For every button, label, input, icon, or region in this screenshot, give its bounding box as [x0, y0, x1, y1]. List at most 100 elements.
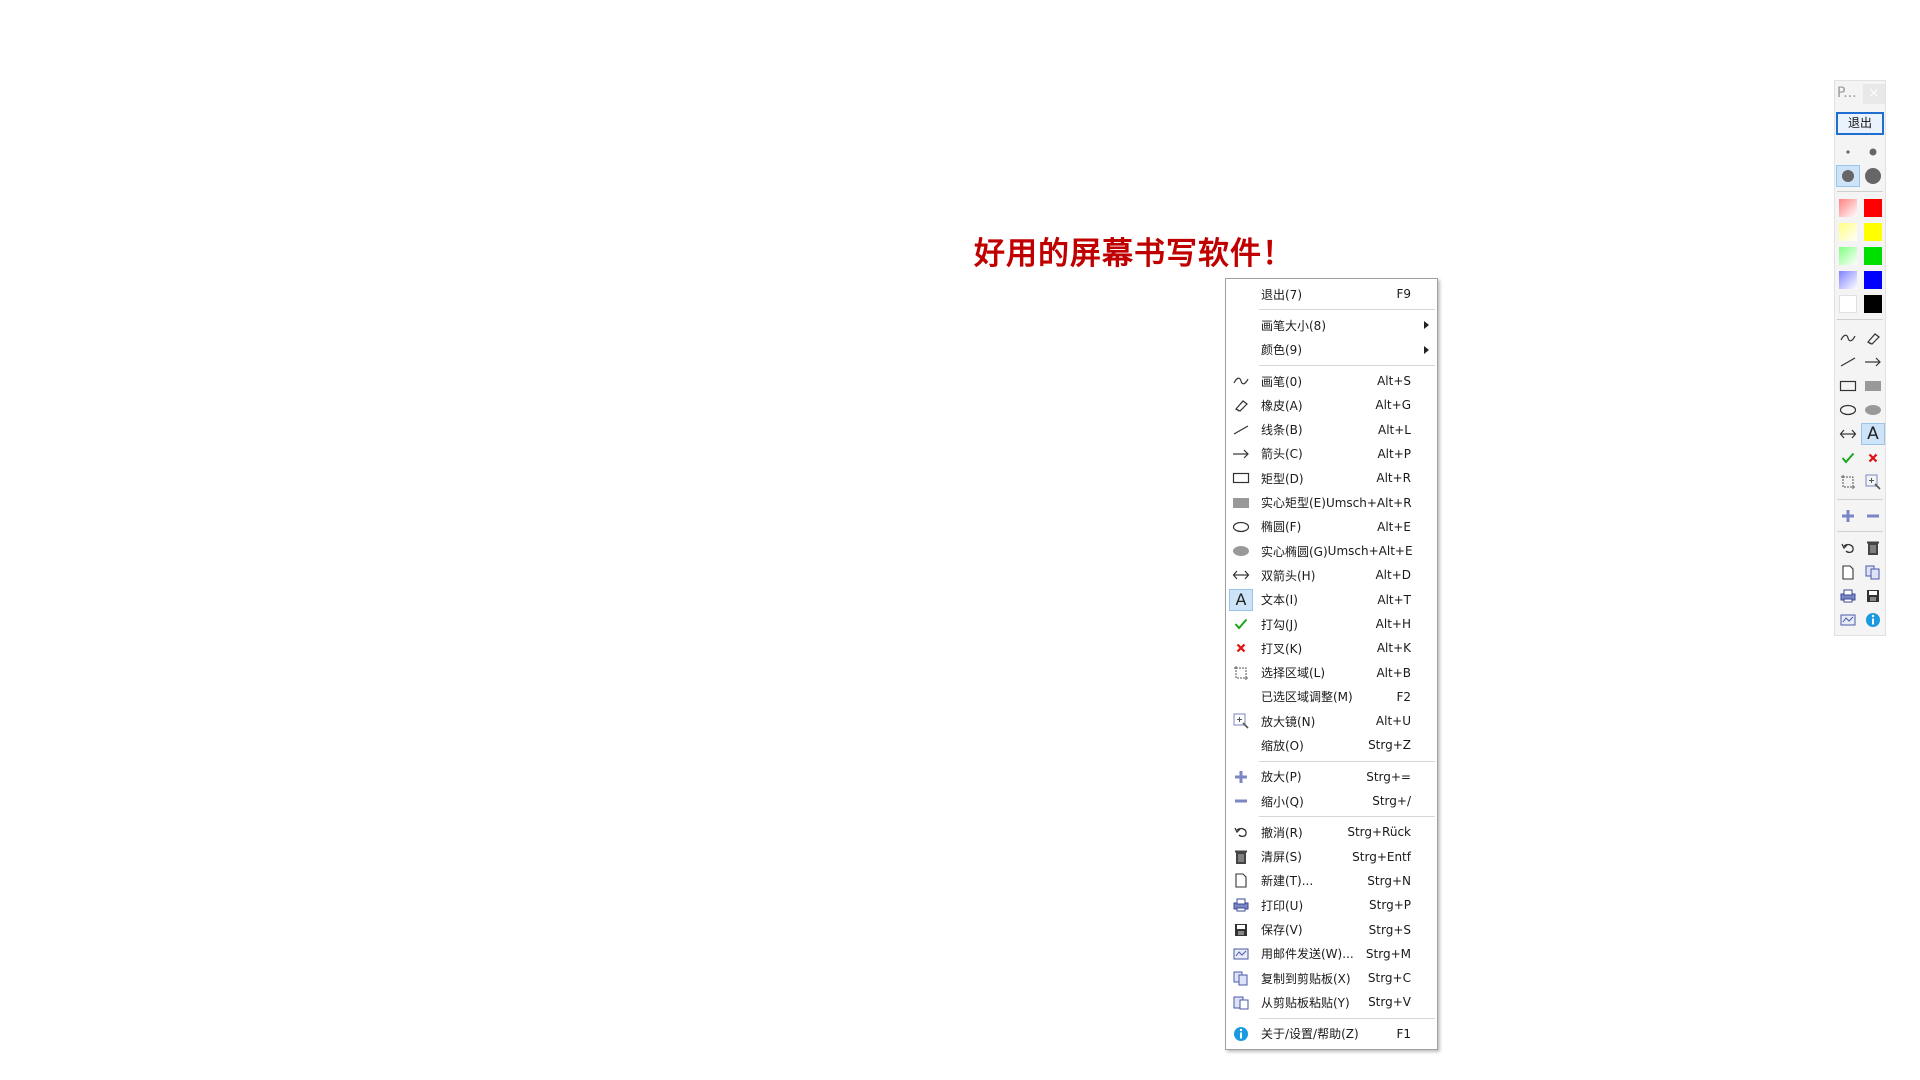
print-button[interactable]	[1836, 585, 1860, 607]
menu-item-line[interactable]: 线条(B) Alt+L	[1226, 417, 1437, 441]
ellipse-tool-button[interactable]	[1836, 399, 1860, 421]
toolbar-close-button[interactable]: ×	[1863, 84, 1885, 104]
menu-item-print[interactable]: 打印(U) Strg+P	[1226, 893, 1437, 917]
clear-screen-button[interactable]	[1861, 537, 1885, 559]
canvas-handwritten-text: 好用的屏幕书写软件！	[974, 236, 1294, 272]
pen-size-4-button[interactable]	[1861, 165, 1885, 187]
color-swatch[interactable]	[1861, 197, 1885, 219]
select-area-tool-button[interactable]	[1836, 471, 1860, 493]
eraser-tool-button[interactable]	[1861, 327, 1885, 349]
menu-item-cross[interactable]: 打叉(K) Alt+K	[1226, 636, 1437, 660]
pen-icon	[1840, 334, 1856, 342]
menu-item-filled-rect[interactable]: 实心矩型(E) Umsch+Alt+R	[1226, 490, 1437, 514]
menu-item-ellipse[interactable]: 椭圆(F) Alt+E	[1226, 515, 1437, 539]
menu-item-label: 打印(U)	[1261, 898, 1304, 913]
minus-icon	[1226, 790, 1256, 812]
menu-item-label: 箭头(C)	[1261, 447, 1303, 462]
double-arrow-tool-button[interactable]	[1836, 423, 1860, 445]
menu-item-filled-ellipse[interactable]: 实心椭圆(G) Umsch+Alt+E	[1226, 539, 1437, 563]
magnifier-tool-button[interactable]	[1861, 471, 1885, 493]
rect-tool-button[interactable]	[1836, 375, 1860, 397]
menu-item-check[interactable]: 打勾(J) Alt+H	[1226, 612, 1437, 636]
menu-item-text[interactable]: A 文本(I) Alt+T	[1226, 588, 1437, 612]
filled-rect-tool-button[interactable]	[1861, 375, 1885, 397]
menu-item-select-area[interactable]: 选择区域(L) Alt+B	[1226, 660, 1437, 684]
color-swatch[interactable]	[1836, 269, 1860, 291]
save-button[interactable]	[1861, 585, 1885, 607]
menu-item-item-2[interactable]: 画笔大小(8)	[1226, 313, 1437, 337]
menu-item-label: 打叉(K)	[1261, 641, 1303, 656]
menu-item-magnifier[interactable]: 放大镜(N) Alt+U	[1226, 709, 1437, 733]
pen-size-3-button[interactable]	[1836, 165, 1860, 187]
text-tool-button[interactable]: A	[1861, 423, 1885, 445]
filled-ellipse-tool-button[interactable]	[1861, 399, 1885, 421]
menu-item-undo[interactable]: 撤消(R) Strg+Rück	[1226, 820, 1437, 844]
color-swatch[interactable]	[1861, 293, 1885, 315]
new-page-button[interactable]	[1836, 561, 1860, 583]
menu-item-label: 实心椭圆(G)	[1261, 544, 1328, 559]
color-swatch[interactable]	[1836, 245, 1860, 267]
mail-button[interactable]	[1836, 609, 1860, 631]
check-tool-button[interactable]	[1836, 447, 1860, 469]
menu-item-shortcut: Umsch+Alt+R	[1325, 495, 1412, 510]
info-button[interactable]	[1861, 609, 1885, 631]
copy-button[interactable]	[1861, 561, 1885, 583]
undo-button[interactable]	[1836, 537, 1860, 559]
menu-item-label: 矩型(D)	[1261, 471, 1304, 486]
menu-item-label: 复制到剪贴板(X)	[1261, 971, 1351, 986]
color-swatch[interactable]	[1861, 245, 1885, 267]
color-swatch[interactable]	[1836, 221, 1860, 243]
menu-item-pen[interactable]: 画笔(0) Alt+S	[1226, 369, 1437, 393]
menu-item-item-0[interactable]: 退出(7) F9	[1226, 282, 1437, 306]
new-page-icon	[1226, 870, 1256, 892]
menu-item-paste[interactable]: 从剪贴板粘贴(Y) Strg+V	[1226, 990, 1437, 1014]
color-swatch[interactable]	[1861, 269, 1885, 291]
cross-tool-button[interactable]	[1861, 447, 1885, 469]
rect-icon	[1839, 380, 1857, 392]
menu-item-rect[interactable]: 矩型(D) Alt+R	[1226, 466, 1437, 490]
menu-item-double-arrow[interactable]: 双箭头(H) Alt+D	[1226, 563, 1437, 587]
menu-item-info[interactable]: 关于/设置/帮助(Z) F1	[1226, 1022, 1437, 1046]
menu-item-shortcut: Alt+B	[1376, 665, 1411, 680]
menu-item-save[interactable]: 保存(V) Strg+S	[1226, 917, 1437, 941]
menu-item-arrow[interactable]: 箭头(C) Alt+P	[1226, 442, 1437, 466]
menu-item-item-18[interactable]: 已选区域调整(M) F2	[1226, 685, 1437, 709]
menu-item-shortcut: Strg+Rück	[1347, 825, 1411, 840]
menu-item-label: 放大镜(N)	[1261, 714, 1316, 729]
toolbar-title[interactable]: P...	[1837, 85, 1857, 101]
menu-item-shortcut: F2	[1396, 689, 1411, 704]
menu-item-shortcut: Alt+U	[1375, 714, 1411, 729]
submenu-arrow-icon	[1424, 345, 1429, 354]
filled-ellipse-icon	[1226, 540, 1256, 562]
menu-item-label: 画笔大小(8)	[1261, 318, 1326, 333]
menu-item-plus[interactable]: 放大(P) Strg+=	[1226, 765, 1437, 789]
double-arrow-icon	[1839, 429, 1857, 439]
zoom-out-button[interactable]	[1861, 505, 1885, 527]
pen-tool-button[interactable]	[1836, 327, 1860, 349]
line-tool-button[interactable]	[1836, 351, 1860, 373]
menu-item-eraser[interactable]: 橡皮(A) Alt+G	[1226, 393, 1437, 417]
paste-icon	[1226, 991, 1256, 1013]
menu-item-copy[interactable]: 复制到剪贴板(X) Strg+C	[1226, 966, 1437, 990]
menu-item-item-20[interactable]: 缩放(O) Strg+Z	[1226, 733, 1437, 757]
menu-separator	[1259, 760, 1435, 762]
color-swatch[interactable]	[1861, 221, 1885, 243]
exit-button[interactable]: 退出	[1836, 112, 1884, 135]
zoom-in-button[interactable]	[1836, 505, 1860, 527]
arrow-tool-button[interactable]	[1861, 351, 1885, 373]
menu-item-label: 撤消(R)	[1261, 825, 1303, 840]
menu-item-new-page[interactable]: 新建(T)... Strg+N	[1226, 869, 1437, 893]
menu-item-minus[interactable]: 缩小(Q) Strg+/	[1226, 789, 1437, 813]
menu-item-label: 退出(7)	[1261, 287, 1302, 302]
menu-item-trash[interactable]: 清屏(S) Strg+Entf	[1226, 845, 1437, 869]
cross-icon	[1868, 453, 1878, 463]
color-swatch[interactable]	[1836, 293, 1860, 315]
menu-item-item-3[interactable]: 颜色(9)	[1226, 338, 1437, 362]
pen-size-2-button[interactable]	[1861, 141, 1885, 163]
filled-rect-icon	[1865, 381, 1881, 391]
menu-item-label: 画笔(0)	[1261, 374, 1302, 389]
menu-item-label: 新建(T)...	[1261, 874, 1314, 889]
color-swatch[interactable]	[1836, 197, 1860, 219]
menu-item-mail[interactable]: 用邮件发送(W)... Strg+M	[1226, 942, 1437, 966]
pen-size-1-button[interactable]	[1836, 141, 1860, 163]
